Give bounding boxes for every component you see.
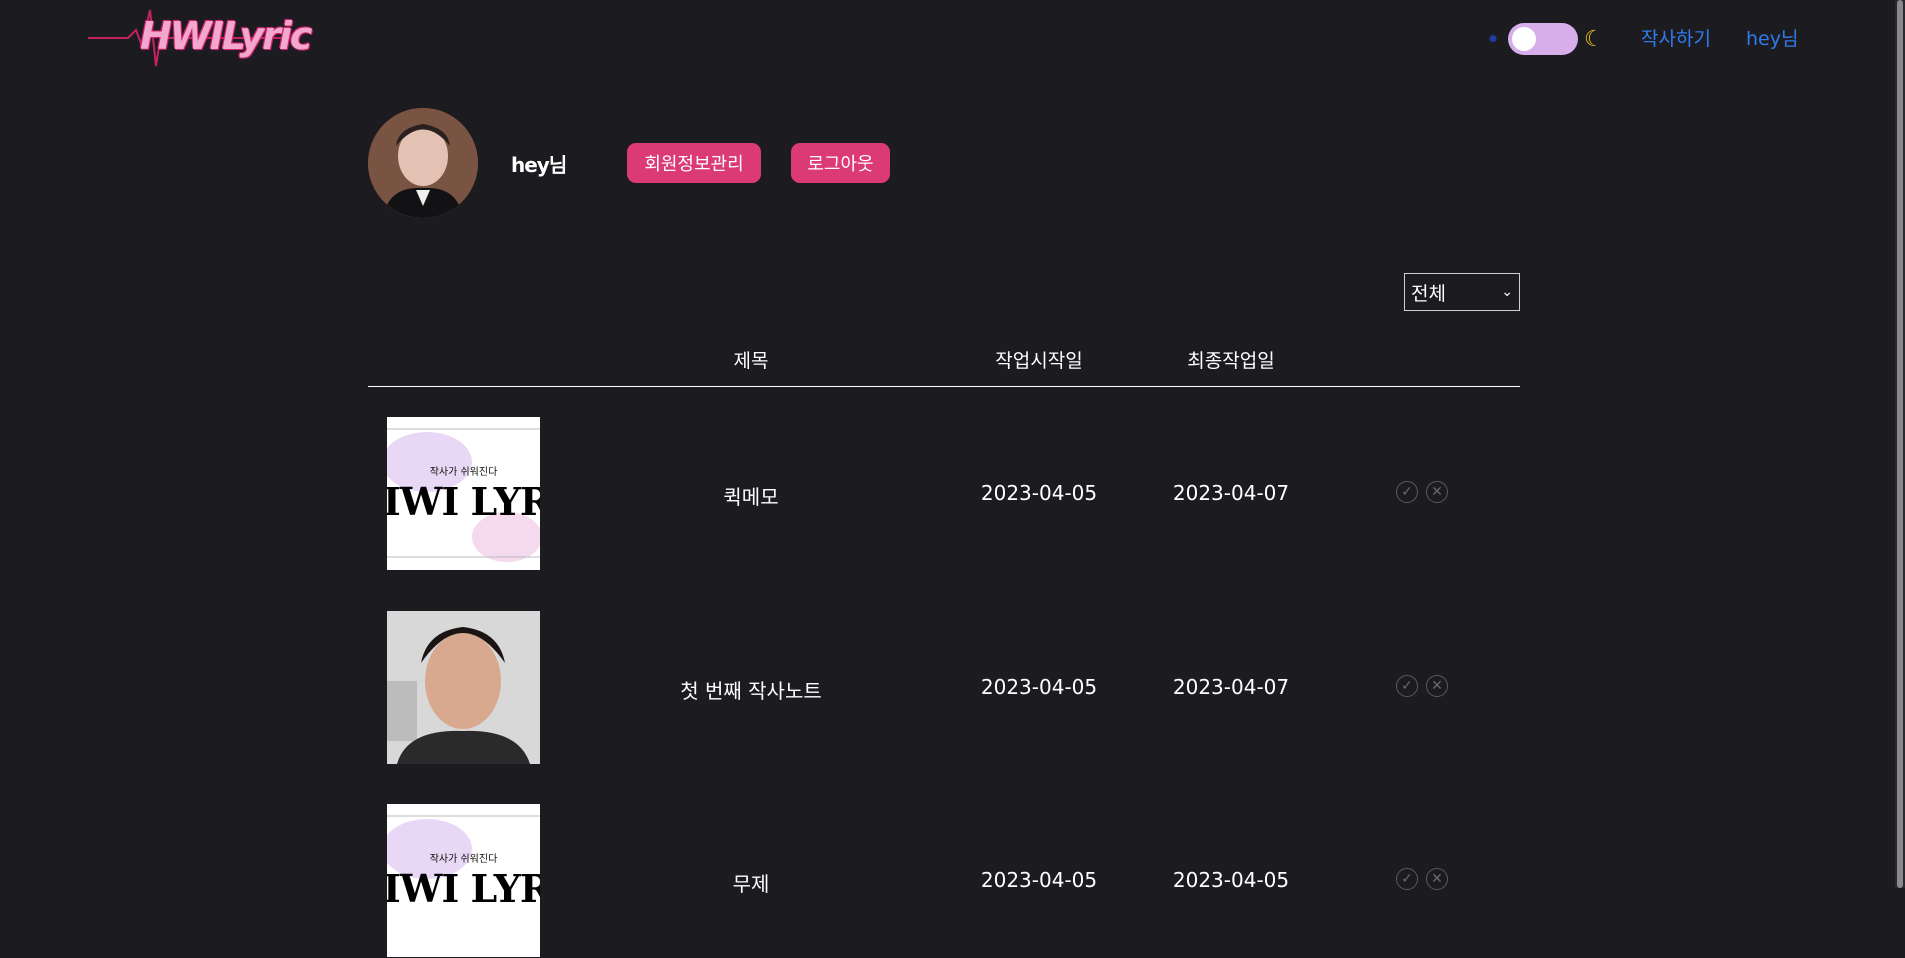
- table-row[interactable]: 첫 번째 작사노트 2023-04-05 2023-04-07 ✓ ✕: [368, 611, 1520, 765]
- column-header-title: 제목: [733, 350, 769, 372]
- row-start-date: 2023-04-05: [980, 481, 1098, 505]
- thumbnail-title: IWI LYRI: [387, 479, 540, 524]
- thumbnail-tagline: 작사가 쉬워진다: [429, 854, 498, 865]
- edit-icon[interactable]: ✓: [1396, 868, 1418, 890]
- row-title[interactable]: 무제: [733, 868, 770, 897]
- scrollbar-thumb[interactable]: [1897, 0, 1903, 888]
- column-header-last-date: 최종작업일: [1187, 350, 1275, 372]
- edit-icon[interactable]: ✓: [1396, 675, 1418, 697]
- table-row[interactable]: 작사가 쉬워진다 IWI LYRI 퀵메모 2023-04-05 2023-04…: [368, 417, 1520, 571]
- table-header-divider: [368, 386, 1520, 387]
- thumbnail-tagline: 작사가 쉬워진다: [429, 467, 498, 478]
- row-last-date: 2023-04-05: [1172, 868, 1290, 892]
- chevron-down-icon: ⌄: [1501, 284, 1513, 300]
- thumbnail-title: IWI LYRI: [387, 866, 540, 911]
- nav-user-link[interactable]: hey님: [1746, 24, 1798, 51]
- note-thumbnail: 작사가 쉬워진다 IWI LYRI: [387, 417, 540, 570]
- theme-switch[interactable]: ✸ ☾: [1488, 23, 1604, 55]
- profile-username: hey님: [511, 153, 567, 177]
- manage-account-button[interactable]: 회원정보관리: [627, 143, 761, 183]
- toggle-knob: [1512, 27, 1536, 51]
- moon-icon: ☾: [1584, 26, 1604, 52]
- site-logo[interactable]: HWILyric: [88, 0, 312, 76]
- note-thumbnail: [387, 611, 540, 764]
- table-row[interactable]: 작사가 쉬워진다 IWI LYRI 무제 2023-04-05 2023-04-…: [368, 804, 1520, 958]
- filter-selected-value: 전체: [1411, 282, 1446, 305]
- nav-write-link[interactable]: 작사하기: [1641, 24, 1711, 51]
- row-title[interactable]: 첫 번째 작사노트: [680, 675, 822, 704]
- row-last-date: 2023-04-07: [1172, 675, 1290, 699]
- category-filter-select[interactable]: 전체 ⌄: [1404, 273, 1520, 311]
- avatar: [368, 108, 478, 218]
- thumbnail-photo: [387, 611, 540, 764]
- theme-toggle[interactable]: [1508, 23, 1578, 55]
- edit-icon[interactable]: ✓: [1396, 481, 1418, 503]
- close-icon[interactable]: ✕: [1426, 675, 1448, 697]
- logo-text: HWILyric: [140, 14, 312, 58]
- column-header-start-date: 작업시작일: [995, 350, 1083, 372]
- sun-icon: ✸: [1488, 32, 1499, 46]
- row-last-date: 2023-04-07: [1172, 481, 1290, 505]
- avatar-photo: [368, 108, 478, 218]
- row-title[interactable]: 퀵메모: [723, 481, 778, 510]
- row-start-date: 2023-04-05: [980, 675, 1098, 699]
- logout-button[interactable]: 로그아웃: [791, 143, 890, 183]
- close-icon[interactable]: ✕: [1426, 868, 1448, 890]
- page-scrollbar[interactable]: [1895, 0, 1905, 888]
- note-thumbnail: 작사가 쉬워진다 IWI LYRI: [387, 804, 540, 957]
- row-start-date: 2023-04-05: [980, 868, 1098, 892]
- close-icon[interactable]: ✕: [1426, 481, 1448, 503]
